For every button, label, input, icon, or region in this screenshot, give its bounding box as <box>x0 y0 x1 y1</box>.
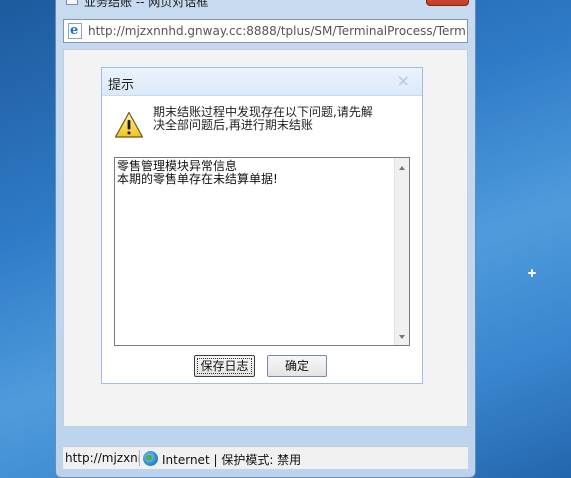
dialog-title: 提示 <box>108 78 135 93</box>
focus-ring <box>197 358 252 374</box>
ok-label: 确定 <box>284 359 309 373</box>
dialog-header: 提示 × <box>102 68 422 96</box>
dialog-message: 期末结账过程中发现存在以下问题,请先解 决全部问题后,再进行期末结账 <box>153 106 413 132</box>
globe-icon <box>143 451 158 466</box>
log-scrollbar[interactable] <box>394 158 409 345</box>
desktop-sparkle <box>528 269 536 277</box>
warning-icon <box>114 111 144 138</box>
log-text: 零售管理模块异常信息 本期的零售单存在未结算单据! <box>117 160 393 186</box>
ok-button[interactable]: 确定 <box>267 355 327 377</box>
status-bar: http://mjzxnnhd.gnway.cc:8888/tplus Inte… <box>63 446 468 469</box>
window-icon <box>66 0 78 5</box>
log-line: 本期的零售单存在未结算单据! <box>117 172 278 186</box>
scroll-down-arrow-icon[interactable] <box>399 335 405 339</box>
prompt-dialog: 提示 × 期末结账过程中发现存在以下问题,请先解 决全部问题后,再进行期末结账 <box>101 67 423 384</box>
dialog-close-icon[interactable]: × <box>397 71 410 90</box>
save-log-button[interactable]: 保存日志 <box>194 355 255 377</box>
ie-dialog-window: 业务结账 -- 网页对话框 e http://mjzxnnhd.gnway.cc… <box>55 0 476 478</box>
address-bar[interactable]: e http://mjzxnnhd.gnway.cc:8888/tplus/SM… <box>63 19 468 43</box>
scroll-up-arrow-icon[interactable] <box>399 166 405 170</box>
security-zone-text[interactable]: Internet | 保护模式: 禁用 <box>162 451 301 468</box>
title-bar[interactable]: 业务结账 -- 网页对话框 <box>56 0 475 9</box>
address-url: http://mjzxnnhd.gnway.cc:8888/tplus/SM/T… <box>88 24 466 38</box>
ie-page-icon: e <box>68 23 82 39</box>
page-content: 提示 × 期末结账过程中发现存在以下问题,请先解 决全部问题后,再进行期末结账 <box>63 49 468 427</box>
window-close-button[interactable] <box>426 0 469 6</box>
status-url: http://mjzxnnhd.gnway.cc:8888/tplus <box>65 451 139 465</box>
window-title: 业务结账 -- 网页对话框 <box>84 0 209 9</box>
status-divider <box>139 450 140 466</box>
message-line: 决全部问题后,再进行期末结账 <box>153 118 313 132</box>
error-log-textarea[interactable]: 零售管理模块异常信息 本期的零售单存在未结算单据! <box>114 157 410 346</box>
